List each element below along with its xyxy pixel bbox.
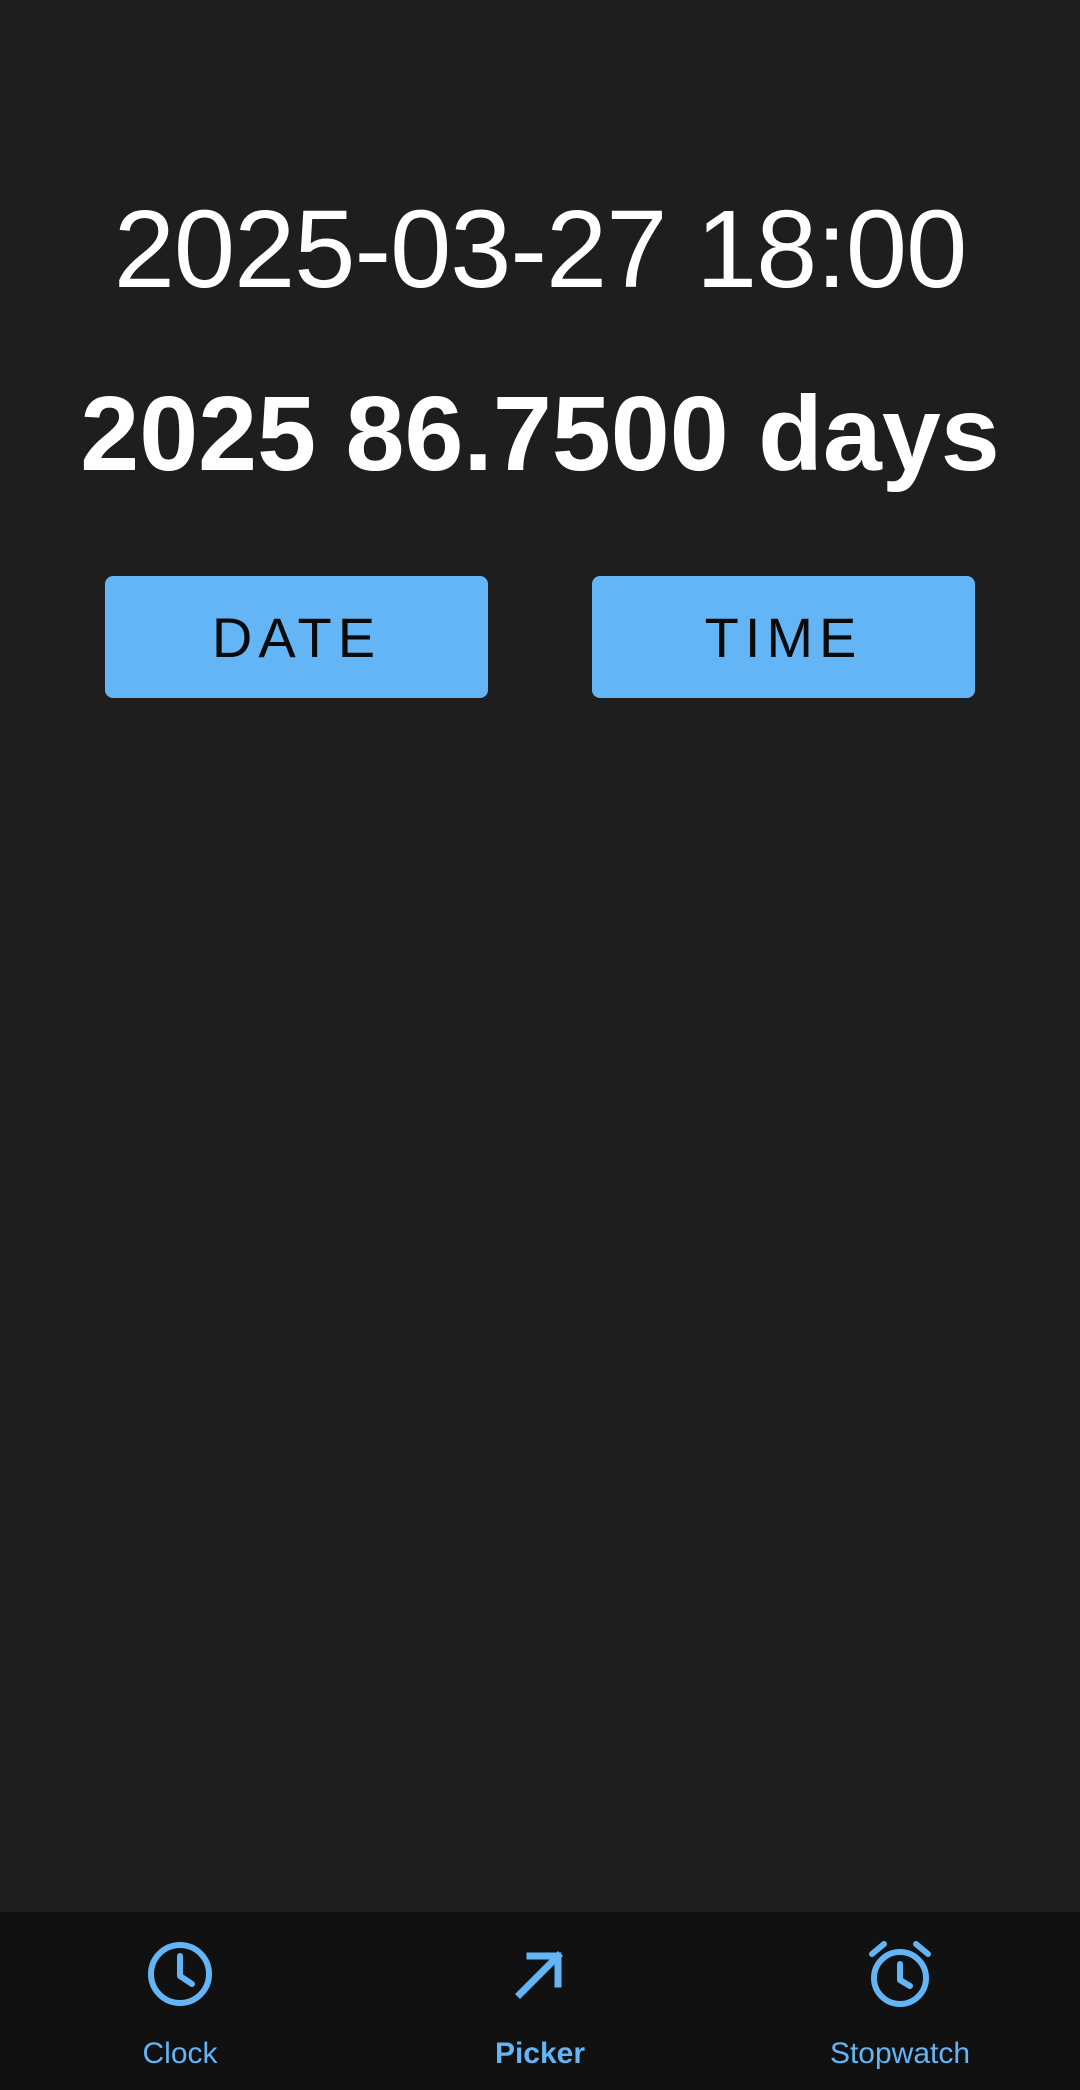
day-of-year-display: 2025 86.7500 days (80, 375, 1000, 493)
datetime-display: 2025-03-27 18:00 (113, 188, 968, 311)
nav-label-picker: Picker (494, 2037, 586, 2070)
bottom-navigation: Clock Picker Stopwatch (0, 1912, 1080, 2090)
nav-label-stopwatch: Stopwatch (829, 2037, 971, 2070)
arrow-up-right-icon (515, 1951, 563, 1999)
nav-item-stopwatch[interactable]: Stopwatch (720, 1912, 1080, 2090)
nav-item-picker[interactable]: Picker (360, 1912, 720, 2090)
time-button[interactable]: TIME (592, 576, 975, 698)
nav-label-clock: Clock (142, 2037, 218, 2070)
alarm-clock-icon (869, 1941, 931, 2007)
date-button[interactable]: DATE (105, 576, 488, 698)
nav-item-clock[interactable]: Clock (0, 1912, 360, 2090)
clock-icon (148, 1942, 212, 2006)
